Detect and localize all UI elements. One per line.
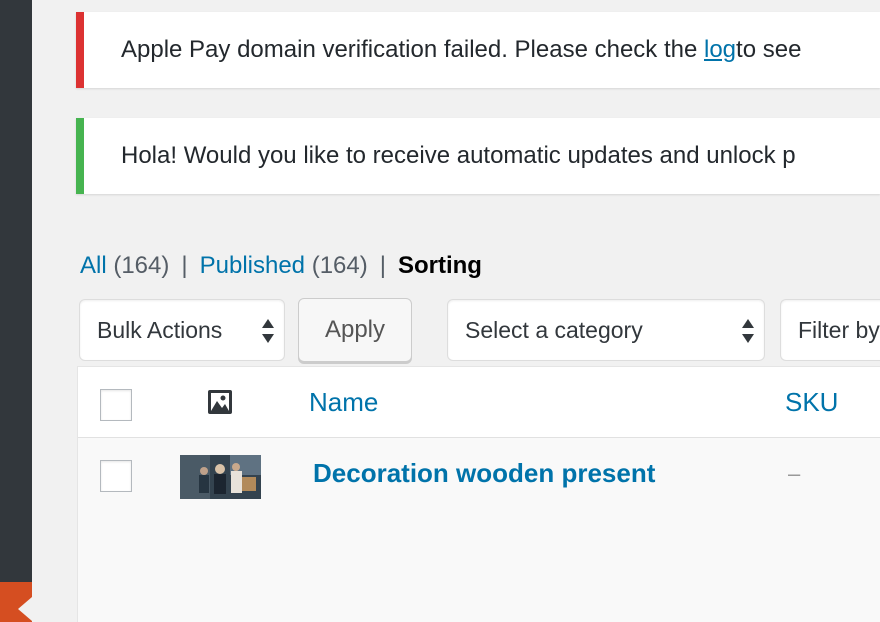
active-menu-arrow-icon	[18, 597, 32, 621]
notice-text: Hola! Would you like to receive automati…	[121, 142, 796, 169]
view-sorting-current[interactable]: Sorting	[398, 252, 482, 279]
column-sku-header[interactable]: SKU	[785, 387, 838, 418]
bulk-actions-value: Bulk Actions	[97, 316, 223, 343]
product-sku: –	[788, 461, 801, 486]
apply-button[interactable]: Apply	[298, 298, 412, 362]
view-all-link[interactable]: All (164)	[80, 252, 169, 279]
admin-sidebar	[0, 0, 32, 622]
updates-info-notice: Hola! Would you like to receive automati…	[76, 118, 880, 194]
view-all-label: All	[80, 252, 107, 279]
views-separator: |	[379, 252, 386, 279]
notice-text-tail: to see	[736, 36, 802, 63]
category-value: Select a category	[465, 316, 643, 343]
views-separator: |	[181, 252, 188, 279]
image-icon	[208, 390, 232, 414]
view-all-count: (164)	[113, 252, 170, 279]
product-thumbnail[interactable]	[180, 455, 261, 499]
category-select[interactable]: Select a category	[447, 299, 765, 361]
filter-value: Filter by	[798, 316, 880, 343]
status-views: All (164) | Published (164) | Sorting	[80, 252, 482, 280]
product-thumbnail-image	[180, 455, 261, 499]
column-name-header[interactable]: Name	[309, 387, 378, 418]
row-checkbox[interactable]	[100, 460, 132, 492]
bulk-actions-select[interactable]: Bulk Actions	[79, 299, 285, 361]
view-published-label: Published	[199, 252, 306, 279]
table-header: Name SKU	[78, 367, 880, 438]
products-table: Name SKU Decoration wooden present –	[77, 366, 880, 622]
view-published-link[interactable]: Published (164)	[200, 252, 368, 279]
select-arrows-icon	[742, 319, 754, 343]
apple-pay-error-notice: Apple Pay domain verification failed. Pl…	[76, 12, 880, 88]
product-name-link[interactable]: Decoration wooden present	[313, 458, 655, 489]
filter-select[interactable]: Filter by	[780, 299, 880, 361]
select-all-checkbox[interactable]	[100, 389, 132, 421]
select-arrows-icon	[262, 319, 274, 343]
log-link[interactable]: log	[704, 36, 736, 64]
view-published-count: (164)	[311, 252, 368, 279]
notice-text: Apple Pay domain verification failed. Pl…	[121, 36, 698, 63]
table-row: Decoration wooden present –	[78, 439, 880, 515]
